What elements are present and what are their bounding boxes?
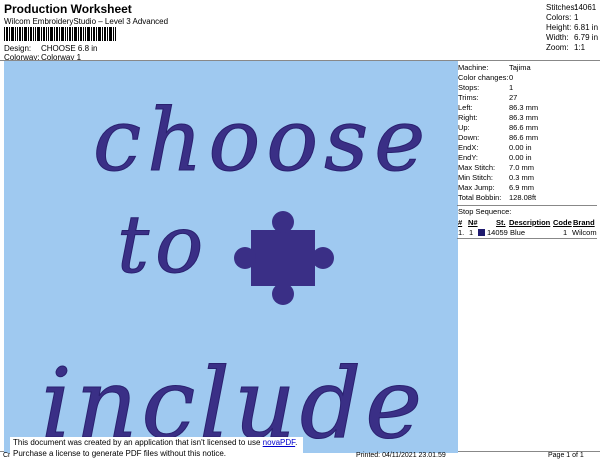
design-value: CHOOSE 6.8 in <box>41 44 98 53</box>
divider <box>457 238 597 239</box>
width-value: 6.79 in <box>574 33 599 42</box>
detail-min-stitch: Min Stitch: 0.3 mm <box>458 173 535 182</box>
license-notice-line-1: This document was created by an applicat… <box>13 438 298 447</box>
detail-up: Up: 86.6 mm <box>458 123 539 132</box>
detail-total-bobbin: Total Bobbin: 128.08ft <box>458 193 537 202</box>
thread-color-swatch <box>478 229 485 236</box>
license-notice-line-2: Purchase a license to generate PDF files… <box>13 449 226 458</box>
page-title: Production Worksheet <box>4 2 132 16</box>
design-label: Design: <box>4 44 32 53</box>
stop-sequence-header: # N# St. Description Code Brand <box>458 218 595 227</box>
detail-max-jump: Max Jump: 6.9 mm <box>458 183 535 192</box>
detail-max-stitch: Max Stitch: 7.0 mm <box>458 163 535 172</box>
divider <box>457 205 597 206</box>
software-name: Wilcom EmbroideryStudio – Level 3 Advanc… <box>4 17 169 26</box>
page-number: Page 1 of 1 <box>548 452 584 459</box>
detail-left: Left: 86.3 mm <box>458 103 539 112</box>
novapdf-link[interactable]: novaPDF <box>263 438 295 447</box>
design-artwork: choose to include <box>41 91 431 453</box>
colors-value: 1 <box>574 13 579 22</box>
height-value: 6.81 in <box>574 23 599 32</box>
puzzle-piece-icon <box>234 211 334 305</box>
license-notice: This document was created by an applicat… <box>10 437 303 462</box>
detail-stops: Stops: 1 <box>458 83 514 92</box>
detail-trims: Trims: 27 <box>458 93 518 102</box>
width-label: Width: <box>546 33 569 42</box>
detail-color-changes: Color changes: 0 <box>458 73 514 82</box>
printed-timestamp: Printed: 04/11/2021 23.01.59 <box>356 452 446 459</box>
stitches-label: Stitches: <box>546 3 577 12</box>
stitches-value: 14061 <box>574 3 597 12</box>
detail-right: Right: 86.3 mm <box>458 113 539 122</box>
detail-endy: EndY: 0.00 in <box>458 153 532 162</box>
zoom-label: Zoom: <box>546 43 569 52</box>
detail-down: Down: 86.6 mm <box>458 133 539 142</box>
table-row: 1. 1 14059 Blue 1 Wilcom <box>458 228 597 237</box>
height-label: Height: <box>546 23 572 32</box>
zoom-value: 1:1 <box>574 43 586 52</box>
detail-machine: Machine: Tajima <box>458 63 531 72</box>
design-preview: choose to include <box>4 61 458 453</box>
design-word-to: to <box>117 198 209 291</box>
barcode <box>4 27 116 41</box>
details-panel: Machine: Tajima Color changes: 0 Stops: 1 T… <box>457 61 597 451</box>
detail-endx: EndX: 0.00 in <box>458 143 532 152</box>
stop-sequence-title: Stop Sequence: <box>458 207 512 216</box>
design-word-choose: choose <box>93 91 431 191</box>
colors-label: Colors: <box>546 13 572 22</box>
